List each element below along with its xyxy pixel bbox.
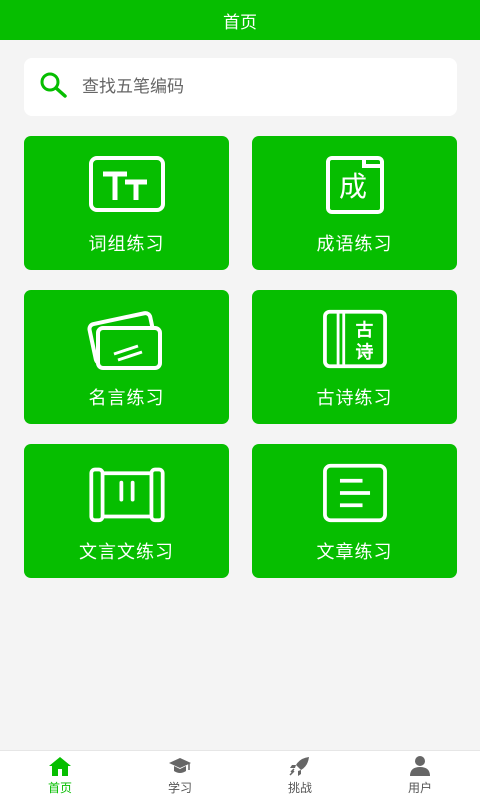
tab-label: 用户 <box>407 781 432 795</box>
tab-user[interactable]: 用户 <box>360 751 480 800</box>
card-poem-practice[interactable]: 古诗 古诗练习 <box>252 290 457 424</box>
card-phrase-practice[interactable]: 词组练习 <box>24 136 229 270</box>
gushi-book-icon: 古诗 <box>319 308 391 370</box>
card-label: 成语练习 <box>316 234 393 255</box>
tab-study[interactable]: 学习 <box>120 751 240 800</box>
card-label: 古诗练习 <box>316 388 393 409</box>
page-title: 首页 <box>223 12 257 33</box>
card-label: 文章练习 <box>316 542 393 563</box>
document-icon <box>319 462 391 524</box>
graduation-cap-icon <box>169 758 191 773</box>
tab-label: 挑战 <box>287 781 312 795</box>
search-input[interactable] <box>82 77 422 97</box>
app-header: 首页 <box>0 0 480 40</box>
bottom-tab-bar: 首页 学习 挑战 用户 <box>0 750 480 800</box>
card-label: 文言文练习 <box>79 542 174 563</box>
rocket-icon <box>289 757 309 776</box>
svg-text:成: 成 <box>338 170 366 203</box>
tt-text-icon <box>87 154 167 216</box>
tab-home[interactable]: 首页 <box>0 751 120 800</box>
svg-text:诗: 诗 <box>355 342 373 363</box>
search-icon <box>38 70 68 104</box>
card-quote-practice[interactable]: 名言练习 <box>24 290 229 424</box>
tab-label: 学习 <box>167 781 192 795</box>
card-idiom-practice[interactable]: 成 成语练习 <box>252 136 457 270</box>
search-bar[interactable] <box>24 58 457 116</box>
card-article-practice[interactable]: 文章练习 <box>252 444 457 578</box>
cheng-book-icon: 成 <box>324 154 386 216</box>
svg-text:古: 古 <box>355 319 373 341</box>
card-label: 名言练习 <box>88 388 165 409</box>
tab-label: 首页 <box>47 781 72 795</box>
practice-grid: 词组练习 成 成语练习 名言练习 古诗 古诗练习 文言文练习 文章练习 <box>24 136 457 578</box>
user-icon <box>410 756 430 776</box>
cards-icon <box>84 308 170 370</box>
card-label: 词组练习 <box>88 234 165 255</box>
card-classical-practice[interactable]: 文言文练习 <box>24 444 229 578</box>
scroll-icon <box>85 462 169 524</box>
home-icon <box>49 757 71 776</box>
tab-challenge[interactable]: 挑战 <box>240 751 360 800</box>
